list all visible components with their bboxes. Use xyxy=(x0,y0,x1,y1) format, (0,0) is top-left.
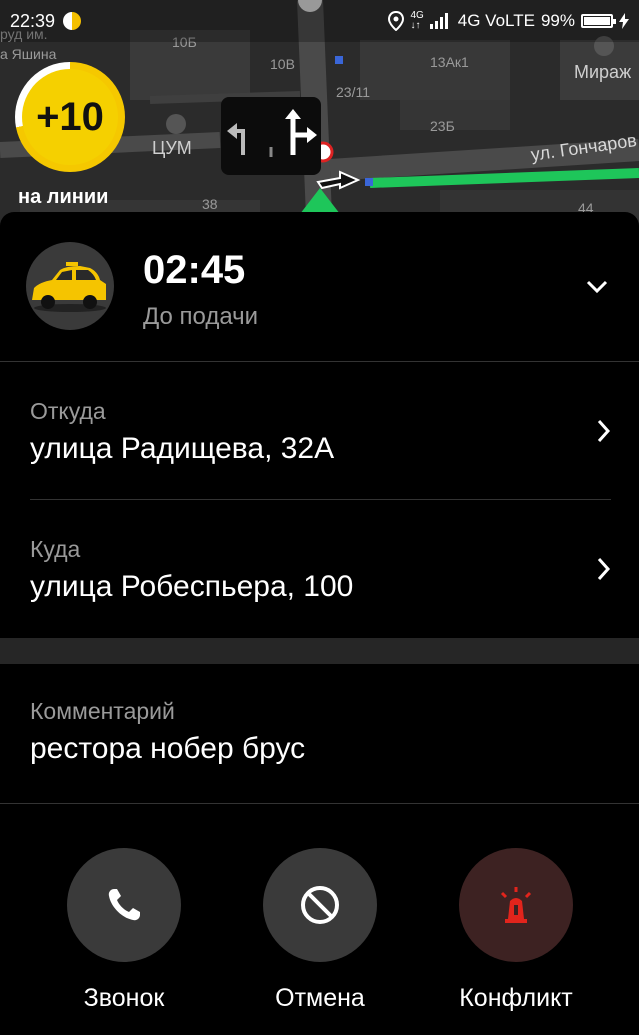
eta-label: До подачи xyxy=(143,303,259,330)
action-buttons: Звонок Отмена Конфликт xyxy=(0,804,639,1035)
signal-icon xyxy=(429,13,448,29)
map-label: 23/11 xyxy=(336,84,370,100)
pickup-address-row[interactable]: Откуда улица Радищева, 32А xyxy=(0,362,639,500)
conflict-label: Конфликт xyxy=(459,984,573,1012)
call-label: Звонок xyxy=(83,984,165,1012)
map-label: ЦУМ xyxy=(152,138,192,158)
navigation-map[interactable]: руд им. а Яшина 10Б 10В 13Ак1 Мираж 23/1… xyxy=(0,0,639,240)
cancel-icon xyxy=(301,886,339,924)
map-label: 38 xyxy=(202,196,218,212)
phone-icon xyxy=(108,889,140,921)
alarm-siren-icon xyxy=(500,887,532,923)
online-status: на линии xyxy=(18,186,109,208)
call-button[interactable]: Звонок xyxy=(34,848,214,1013)
network-indicator: 4G ↓↑ xyxy=(410,10,424,31)
map-label: а Яшина xyxy=(0,46,57,62)
night-mode-icon xyxy=(63,12,82,30)
pickup-address: улица Радищева, 32А xyxy=(30,432,335,465)
pickup-label: Откуда xyxy=(30,398,106,424)
conflict-button[interactable]: Конфликт xyxy=(426,848,606,1013)
network-type: 4G VoLTE xyxy=(457,11,535,30)
lane-guidance xyxy=(221,97,321,175)
comment-text: ресторa нобер брус xyxy=(30,732,306,765)
destination-address-row[interactable]: Куда улица Робеспьера, 100 xyxy=(0,500,639,638)
status-bar: 22:39 4G ↓↑ 4G VoLTE 99% xyxy=(0,0,639,42)
comment-label: Комментарий xyxy=(30,698,175,724)
chevron-down-icon[interactable] xyxy=(585,274,609,298)
section-separator xyxy=(0,638,639,664)
battery-icon xyxy=(581,14,616,28)
map-label: Мираж xyxy=(574,62,632,82)
taxi-car-icon xyxy=(26,242,114,330)
map-label: 23Б xyxy=(430,118,455,134)
eta-time: 02:45 xyxy=(143,248,246,292)
chevron-right-icon xyxy=(597,557,611,581)
map-label: 10В xyxy=(270,56,295,72)
bonus-value: +10 xyxy=(22,69,118,165)
order-header[interactable]: 02:45 До подачи xyxy=(0,212,639,362)
destination-address: улица Робеспьера, 100 xyxy=(30,570,354,603)
cancel-button[interactable]: Отмена xyxy=(230,848,410,1013)
cancel-label: Отмена xyxy=(275,984,365,1012)
call-circle[interactable] xyxy=(67,848,181,962)
location-icon xyxy=(388,11,405,31)
comment-row: Комментарий ресторa нобер брус xyxy=(0,664,639,804)
shop-icon xyxy=(166,114,186,134)
charging-icon xyxy=(619,13,629,29)
cancel-circle[interactable] xyxy=(263,848,377,962)
order-panel: 02:45 До подачи Откуда улица Радищева, 3… xyxy=(0,212,639,1035)
chevron-right-icon xyxy=(597,419,611,443)
status-time: 22:39 xyxy=(10,10,56,31)
bonus-badge[interactable]: +10 xyxy=(15,62,125,172)
map-label: 13Ак1 xyxy=(430,54,469,70)
conflict-circle[interactable] xyxy=(459,848,573,962)
battery-percent: 99% xyxy=(540,11,575,30)
destination-label: Куда xyxy=(30,536,81,562)
lane-arrows-icon xyxy=(227,109,317,157)
